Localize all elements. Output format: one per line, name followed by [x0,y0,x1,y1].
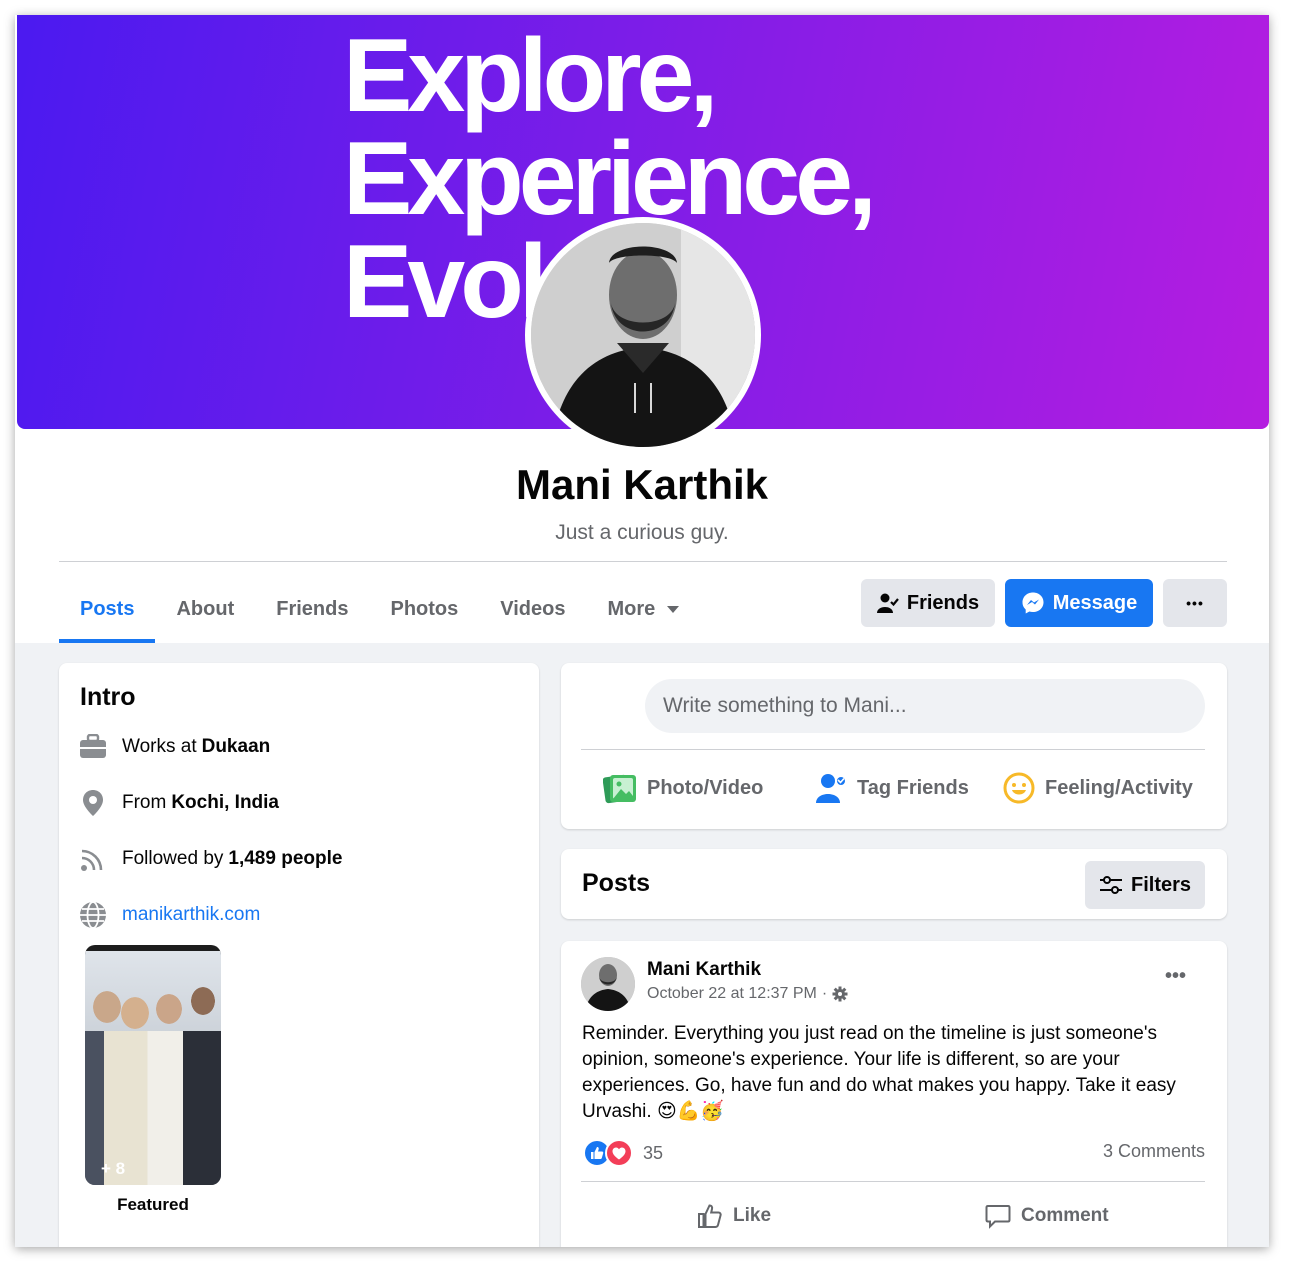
post-card: Mani Karthik October 22 at 12:37 PM · ••… [561,941,1227,1247]
tag-friends-label: Tag Friends [857,776,969,799]
profile-avatar[interactable] [525,217,761,453]
more-dots-icon: ••• [1186,595,1204,611]
post-time[interactable]: October 22 at 12:37 PM [647,985,817,1003]
intro-from: From Kochi, India [79,789,279,817]
reaction-count: 35 [643,1142,664,1163]
comment-button[interactable]: Comment [985,1193,1109,1239]
messenger-icon [1022,592,1044,614]
profile-window: Explore, Experience, Evol Mani Karthik J… [15,15,1269,1247]
feeling-activity-label: Feeling/Activity [1045,776,1193,799]
profile-name: Mani Karthik [515,461,769,508]
featured-label: Featured [117,1195,189,1214]
filters-label: Filters [1130,873,1192,896]
rss-icon [79,845,107,873]
message-button-label: Message [1052,591,1138,614]
message-button[interactable]: Message [1005,579,1153,627]
website-link[interactable]: manikarthik.com [122,904,260,926]
post-author-avatar[interactable] [581,957,635,1011]
tag-friends-icon [816,774,845,803]
post-composer: Write something to Mani... Photo/Video T… [561,663,1227,829]
tag-friends-button[interactable]: Tag Friends [815,761,969,815]
tab-photos[interactable]: Photos [369,575,479,643]
photo-video-label: Photo/Video [647,776,764,799]
post-reactions[interactable]: 35 [583,1139,663,1167]
from-prefix: From [122,792,167,813]
composer-divider [581,749,1205,750]
tab-videos[interactable]: Videos [479,575,586,643]
post-text: Reminder. Everything you just read on th… [582,1023,1176,1122]
gear-icon [832,986,848,1002]
featured-photo [85,951,221,1185]
filters-button[interactable]: Filters [1085,861,1205,909]
profile-tabs: Posts About Friends Photos Videos More [59,575,700,643]
person-check-icon [876,593,899,613]
header-divider [59,561,1227,562]
intro-website: manikarthik.com [79,901,260,929]
briefcase-icon [79,733,107,761]
tab-friends[interactable]: Friends [255,575,369,643]
composer-input[interactable]: Write something to Mani... [645,679,1205,733]
featured-story[interactable]: + 8 [85,945,221,1185]
cover-line-1: Explore, [343,18,718,134]
tab-more-label: More [607,597,656,620]
intro-card: Intro Works at Dukaan From Kochi, India … [59,663,539,1247]
photo-video-button[interactable]: Photo/Video [603,761,763,815]
comment-bubble-icon [985,1205,1011,1229]
friends-button-label: Friends [906,591,980,614]
profile-header: Explore, Experience, Evol Mani Karthik J… [15,15,1269,643]
love-reaction-icon [605,1139,633,1167]
post-meta-separator: · [821,985,828,1002]
post-more-button[interactable]: ••• [1165,965,1186,988]
thumbs-up-icon [698,1204,722,1228]
tab-posts[interactable]: Posts [59,575,156,643]
cover-line-2: Experience, [343,121,877,237]
posts-title: Posts [582,869,651,897]
followers-prefix: Followed by [122,848,224,869]
post-divider-top [581,1181,1205,1182]
intro-title: Intro [80,683,136,711]
feeling-activity-button[interactable]: Feeling/Activity [1003,761,1193,815]
filters-icon [1099,876,1122,894]
work-place[interactable]: Dukaan [202,736,271,758]
like-button[interactable]: Like [697,1193,771,1239]
featured-more-count: + 8 [101,1159,126,1178]
more-options-button[interactable]: ••• [1163,579,1227,627]
avatar-photo [531,223,755,447]
followers-count[interactable]: 1,489 people [228,848,342,870]
smiley-icon [1003,772,1035,804]
profile-bio: Just a curious guy. [555,521,729,544]
globe-icon [79,901,107,929]
caret-down-icon [667,605,680,613]
posts-header: Posts Filters [561,849,1227,919]
post-meta: October 22 at 12:37 PM · [647,985,848,1003]
intro-work: Works at Dukaan [79,733,270,761]
intro-followers: Followed by 1,489 people [79,845,342,873]
comments-count[interactable]: 3 Comments [1041,1141,1205,1162]
post-author-name[interactable]: Mani Karthik [647,959,761,981]
tab-about[interactable]: About [155,575,255,643]
location-pin-icon [79,789,107,817]
from-place[interactable]: Kochi, India [171,792,279,814]
comment-label: Comment [1021,1205,1109,1226]
friends-button[interactable]: Friends [861,579,995,627]
photo-icon [603,774,636,804]
tab-more[interactable]: More [586,575,700,643]
work-prefix: Works at [122,736,197,757]
like-label: Like [733,1205,772,1226]
